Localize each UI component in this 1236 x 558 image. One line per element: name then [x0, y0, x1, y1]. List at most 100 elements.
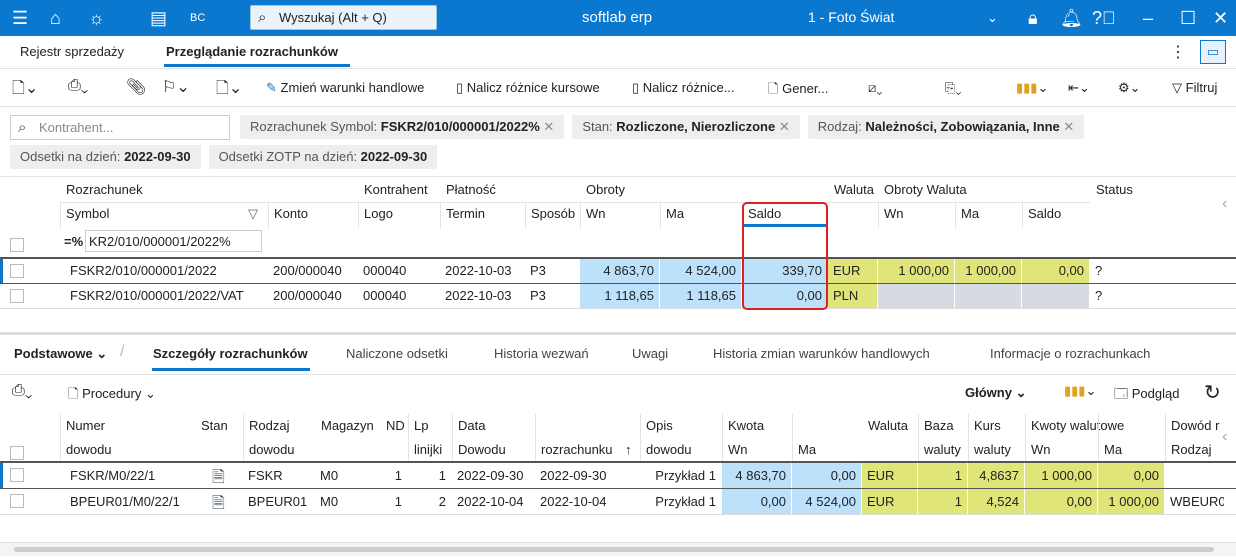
column-header[interactable]: Logo: [358, 202, 440, 226]
news-icon[interactable]: ▤: [150, 7, 167, 29]
column-header[interactable]: Wn: [878, 202, 955, 226]
column-header[interactable]: Termin: [440, 202, 525, 226]
close-icon[interactable]: ✕: [1060, 119, 1074, 134]
row-checkbox[interactable]: [10, 264, 24, 278]
print-icon[interactable]: ⎙⌄: [68, 77, 88, 95]
symbol-filter-input[interactable]: KR2/010/000001/2022%: [85, 230, 262, 252]
column-header[interactable]: Ma: [792, 438, 862, 462]
column-header[interactable]: Stan: [195, 414, 243, 438]
column-header[interactable]: Sposób: [525, 202, 580, 226]
horizontal-scrollbar[interactable]: [0, 542, 1236, 556]
filter-chip[interactable]: Odsetki ZOTP na dzień: 2022-09-30: [208, 145, 438, 169]
settings-icon[interactable]: ⚙⌄: [1118, 80, 1141, 96]
column-header[interactable]: Baza: [918, 414, 968, 438]
theme-icon[interactable]: ☼: [88, 7, 105, 29]
lock-icon[interactable]: 🔒︎: [1028, 7, 1038, 29]
filter-chip[interactable]: Rozrachunek Symbol: FSKR2/010/000001/202…: [240, 115, 565, 139]
column-header[interactable]: Waluta: [862, 414, 918, 438]
column-header[interactable]: Ma: [1098, 438, 1165, 462]
tab-details[interactable]: Naliczone odsetki: [346, 346, 448, 361]
column-header[interactable]: Wn: [580, 202, 660, 226]
tab-details[interactable]: Historia zmian warunków handlowych: [713, 346, 930, 361]
column-header[interactable]: Numer: [60, 414, 195, 438]
home-icon[interactable]: ⌂: [50, 7, 61, 29]
row-checkbox[interactable]: [10, 468, 24, 482]
column-header[interactable]: Rodzaj: [1165, 438, 1220, 462]
column-header[interactable]: Kurs: [968, 414, 1025, 438]
column-header[interactable]: dowodu: [640, 438, 722, 462]
collapse-panel-icon[interactable]: ‹: [1222, 428, 1227, 446]
chart-icon[interactable]: ▮▮▮⌄: [1064, 383, 1096, 399]
column-header[interactable]: Konto: [268, 202, 358, 226]
print-icon[interactable]: ⎙⌄: [12, 382, 32, 400]
column-header[interactable]: Dowodu: [452, 438, 535, 462]
help-icon[interactable]: ?⃝: [1092, 7, 1116, 29]
procedures-button[interactable]: 🗋 Procedury ⌄: [68, 385, 156, 407]
bc-icon[interactable]: BC: [190, 7, 205, 29]
more-icon[interactable]: ⋮: [1170, 42, 1186, 62]
column-header[interactable]: Wn: [1025, 438, 1098, 462]
select-all-checkbox[interactable]: [10, 238, 24, 252]
column-header[interactable]: Lp: [408, 414, 452, 438]
contractor-search-input[interactable]: ⌕ Kontrahent...: [10, 115, 230, 140]
layout-dropdown[interactable]: Główny ⌄: [965, 385, 1026, 401]
tab-details[interactable]: Uwagi: [632, 346, 668, 361]
column-header[interactable]: Opis: [640, 414, 722, 438]
column-header[interactable]: dowodu: [243, 438, 315, 462]
minimize-icon[interactable]: –: [1143, 7, 1153, 29]
chat-icon[interactable]: ▭: [1200, 40, 1226, 64]
column-header[interactable]: Ma: [660, 202, 742, 226]
column-header[interactable]: rozrachunku: [535, 438, 625, 462]
tab-details[interactable]: Historia wezwań: [494, 346, 589, 361]
column-header[interactable]: Symbol: [60, 202, 254, 226]
chart-icon[interactable]: ▮▮▮⌄: [1016, 80, 1048, 96]
filter-icon[interactable]: ▽: [248, 206, 258, 222]
close-icon[interactable]: ✕: [540, 119, 554, 134]
filter-chip[interactable]: Stan: Rozliczone, Nierozliczone ✕: [572, 115, 800, 139]
preview-button[interactable]: 🗔 Podgląd: [1114, 385, 1179, 407]
tab-rejestr-sprzedazy[interactable]: Rejestr sprzedaży: [20, 44, 124, 59]
flag-icon[interactable]: ⚐⌄: [162, 77, 190, 97]
document-settings-icon[interactable]: 🗋⌄: [216, 77, 242, 104]
column-header[interactable]: Ma: [955, 202, 1022, 226]
filter-button[interactable]: ▽ Filtruj: [1172, 80, 1217, 96]
calc-diff-button[interactable]: ▯ Nalicz różnice...: [632, 80, 735, 96]
generate-button[interactable]: 🗋 Gener...: [768, 80, 828, 102]
tab-details[interactable]: Informacje o rozrachunkach: [990, 346, 1150, 361]
bell-icon[interactable]: 🔔︎: [1060, 7, 1083, 29]
menu-icon[interactable]: ☰: [12, 7, 28, 29]
calc-fx-button[interactable]: ▯ Nalicz różnice kursowe: [456, 80, 600, 96]
column-header[interactable]: Wn: [722, 438, 792, 462]
view-dropdown[interactable]: Podstawowe ⌄: [14, 346, 107, 362]
search-input[interactable]: ⌕ Wyszukaj (Alt + Q): [250, 5, 437, 30]
filter-chip[interactable]: Rodzaj: Należności, Zobowiązania, Inne ✕: [807, 115, 1085, 139]
row-checkbox[interactable]: [10, 289, 24, 303]
column-header[interactable]: waluty: [918, 438, 968, 462]
copy-icon[interactable]: ⎘⌄: [945, 80, 962, 96]
close-icon[interactable]: ✕: [775, 119, 790, 134]
column-header[interactable]: Magazyn: [315, 414, 380, 438]
document-info-icon[interactable]: 🗋⌄: [12, 77, 38, 104]
column-header[interactable]: Kwoty walutowe: [1025, 414, 1165, 438]
change-terms-button[interactable]: ✎ Zmień warunki handlowe: [266, 80, 424, 96]
columns-icon[interactable]: ⇤⌄: [1068, 80, 1090, 96]
filter-chip[interactable]: Odsetki na dzień: 2022-09-30: [10, 145, 201, 169]
collapse-panel-icon[interactable]: ‹: [1222, 195, 1227, 213]
attachment-icon[interactable]: 📎︎: [126, 77, 146, 97]
filter-operator[interactable]: =%: [64, 234, 83, 249]
tab-przegladanie-rozrachunkow[interactable]: Przeglądanie rozrachunków: [166, 44, 338, 59]
close-icon[interactable]: ✕: [1213, 7, 1228, 29]
column-header[interactable]: Data: [452, 414, 640, 438]
select-all-checkbox[interactable]: [10, 446, 24, 460]
column-header[interactable]: linijki: [408, 438, 452, 462]
splitter[interactable]: [0, 332, 1236, 335]
maximize-icon[interactable]: ☐: [1180, 7, 1196, 29]
company-selector[interactable]: 1 - Foto Świat: [808, 9, 894, 25]
column-header[interactable]: ND: [380, 414, 408, 438]
column-header[interactable]: Saldo: [1022, 202, 1090, 226]
clear-filter-icon[interactable]: ⧄⌄: [868, 80, 882, 96]
row-checkbox[interactable]: [10, 494, 24, 508]
column-header[interactable]: dowodu: [60, 438, 195, 462]
column-header[interactable]: waluty: [968, 438, 1025, 462]
refresh-icon[interactable]: ↻: [1204, 380, 1221, 405]
